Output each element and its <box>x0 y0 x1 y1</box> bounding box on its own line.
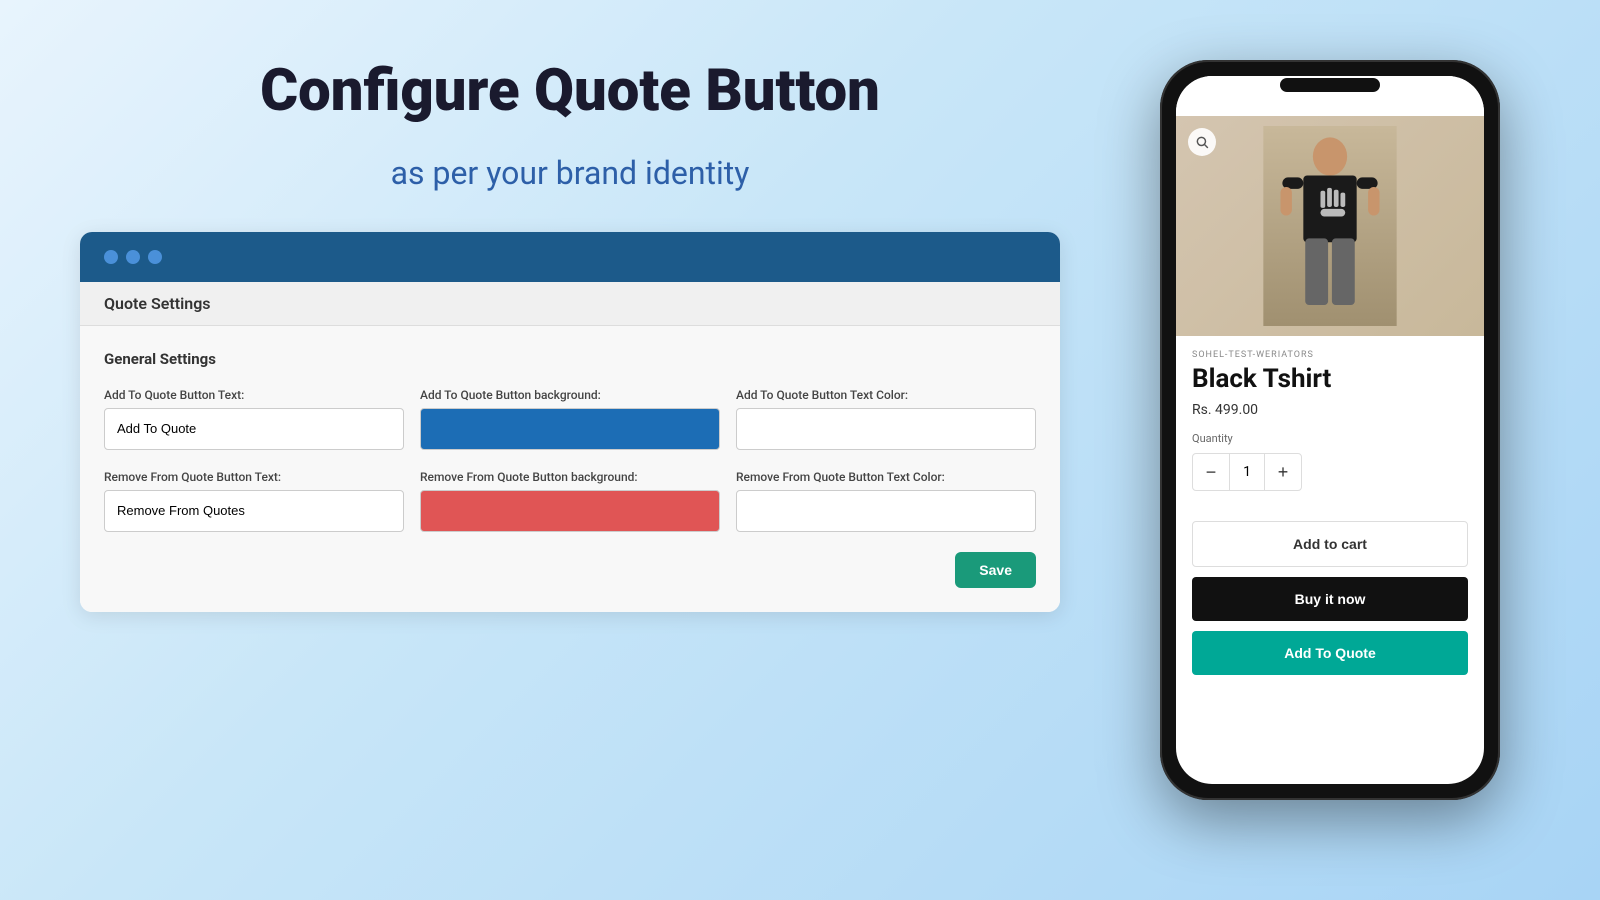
add-quote-text-label: Add To Quote Button Text: <box>104 388 404 402</box>
remove-quote-bg-swatch[interactable] <box>420 490 720 532</box>
remove-quote-bg-label: Remove From Quote Button background: <box>420 470 720 484</box>
save-row: Save <box>104 552 1036 588</box>
hero-title: Configure Quote Button <box>80 60 1060 124</box>
product-actions: Add to cart Buy it now Add To Quote <box>1176 521 1484 691</box>
add-quote-bg-swatch[interactable] <box>420 408 720 450</box>
quantity-minus-btn[interactable]: − <box>1193 454 1229 490</box>
add-quote-bg-label: Add To Quote Button background: <box>420 388 720 402</box>
add-to-quote-btn[interactable]: Add To Quote <box>1192 631 1468 675</box>
phone-content: SOHEL-TEST-WERIATORS Black Tshirt Rs. 49… <box>1176 116 1484 784</box>
remove-quote-text-group: Remove From Quote Button Text: <box>104 470 404 532</box>
remove-quote-text-input[interactable] <box>104 490 404 532</box>
phone-notch <box>1280 78 1380 92</box>
quantity-value: 1 <box>1229 454 1265 490</box>
left-panel: Configure Quote Button as per your brand… <box>80 60 1060 612</box>
remove-quote-row: Remove From Quote Button Text: Remove Fr… <box>104 470 1036 532</box>
product-price: Rs. 499.00 <box>1192 402 1468 418</box>
product-image-svg <box>1260 126 1400 326</box>
remove-quote-text-label: Remove From Quote Button Text: <box>104 470 404 484</box>
add-quote-color-group: Add To Quote Button Text Color: <box>736 388 1036 450</box>
remove-quote-color-label: Remove From Quote Button Text Color: <box>736 470 1036 484</box>
phone-screen: SOHEL-TEST-WERIATORS Black Tshirt Rs. 49… <box>1176 76 1484 784</box>
phone-mockup: SOHEL-TEST-WERIATORS Black Tshirt Rs. 49… <box>1160 60 1500 800</box>
hero-subtitle: as per your brand identity <box>80 154 1060 192</box>
add-quote-text-group: Add To Quote Button Text: <box>104 388 404 450</box>
quantity-label: Quantity <box>1192 432 1468 445</box>
main-container: Configure Quote Button as per your brand… <box>0 0 1600 900</box>
add-quote-text-input[interactable] <box>104 408 404 450</box>
card-header <box>80 232 1060 282</box>
add-quote-color-label: Add To Quote Button Text Color: <box>736 388 1036 402</box>
remove-quote-color-swatch[interactable] <box>736 490 1036 532</box>
magnify-icon[interactable] <box>1188 128 1216 156</box>
product-info: SOHEL-TEST-WERIATORS Black Tshirt Rs. 49… <box>1176 336 1484 521</box>
quantity-control: − 1 + <box>1192 453 1302 491</box>
product-name: Black Tshirt <box>1192 364 1468 394</box>
add-quote-bg-group: Add To Quote Button background: <box>420 388 720 450</box>
card-nav: Quote Settings <box>80 282 1060 326</box>
card-body: General Settings Add To Quote Button Tex… <box>80 326 1060 612</box>
dot-2 <box>126 250 140 264</box>
remove-quote-bg-group: Remove From Quote Button background: <box>420 470 720 532</box>
buy-it-now-btn[interactable]: Buy it now <box>1192 577 1468 621</box>
store-name: SOHEL-TEST-WERIATORS <box>1192 350 1468 360</box>
save-button[interactable]: Save <box>955 552 1036 588</box>
add-to-cart-btn[interactable]: Add to cart <box>1192 521 1468 567</box>
settings-card: Quote Settings General Settings Add To Q… <box>80 232 1060 612</box>
product-image-area <box>1176 116 1484 336</box>
dot-1 <box>104 250 118 264</box>
card-nav-title: Quote Settings <box>104 294 211 313</box>
right-panel: SOHEL-TEST-WERIATORS Black Tshirt Rs. 49… <box>1140 60 1520 800</box>
remove-quote-color-group: Remove From Quote Button Text Color: <box>736 470 1036 532</box>
add-quote-color-swatch[interactable] <box>736 408 1036 450</box>
add-quote-row: Add To Quote Button Text: Add To Quote B… <box>104 388 1036 450</box>
quantity-plus-btn[interactable]: + <box>1265 454 1301 490</box>
dot-3 <box>148 250 162 264</box>
general-settings-title: General Settings <box>104 350 1036 368</box>
